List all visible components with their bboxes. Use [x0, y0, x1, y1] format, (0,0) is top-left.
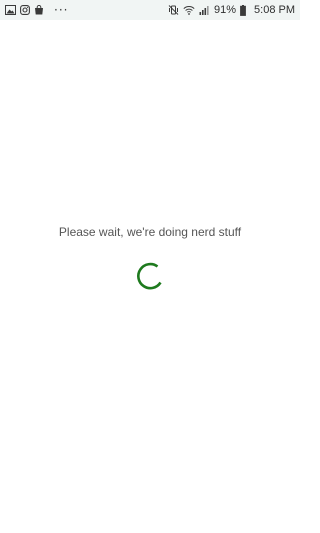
signal-icon	[199, 5, 210, 15]
wifi-icon	[183, 5, 195, 15]
loading-screen: ··· 91% 5:08 PM Please wait, we're doing…	[0, 0, 300, 533]
loading-spinner-icon	[137, 262, 162, 290]
gallery-icon	[5, 5, 16, 15]
status-bar: ··· 91% 5:08 PM	[0, 0, 300, 20]
status-time: 5:08 PM	[254, 4, 295, 16]
battery-icon	[240, 4, 246, 16]
instagram-icon	[20, 5, 30, 15]
status-bar-system: 91% 5:08 PM	[168, 4, 295, 16]
shopping-bag-icon	[34, 5, 44, 15]
more-notifications-indicator: ···	[54, 3, 69, 17]
vibrate-mute-icon	[168, 5, 179, 15]
loading-message: Please wait, we're doing nerd stuff	[58, 225, 242, 239]
status-bar-notifications: ···	[5, 4, 68, 16]
battery-percentage: 91%	[214, 4, 237, 16]
